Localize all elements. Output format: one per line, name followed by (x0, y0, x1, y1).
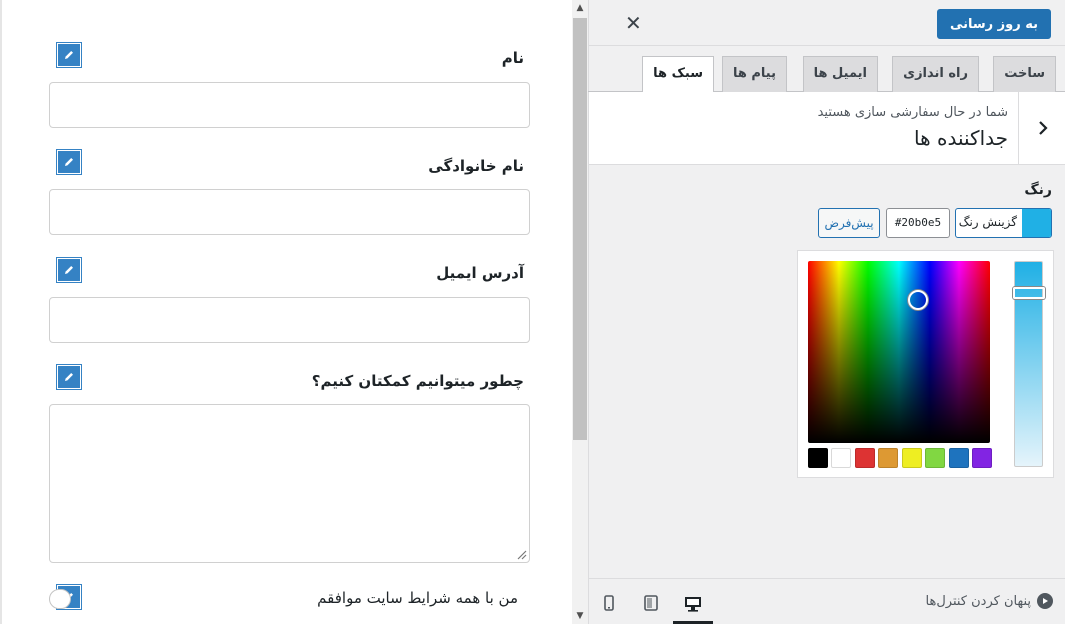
edit-field-button[interactable] (57, 43, 81, 67)
palette-swatch[interactable] (901, 448, 922, 468)
back-button[interactable] (1018, 92, 1065, 164)
section-subtitle: شما در حال سفارشی سازی هستید (817, 105, 1008, 120)
pencil-icon (65, 158, 73, 166)
play-icon (1037, 593, 1053, 609)
hide-controls-button[interactable]: پنهان کردن کنترل‌ها (926, 593, 1053, 609)
select-color-label: گزینش رنگ (958, 215, 1017, 229)
field-label-last-name: نام خانوادگی (428, 157, 524, 175)
pencil-icon (65, 266, 73, 274)
palette-swatch[interactable] (971, 448, 992, 468)
mobile-icon[interactable] (589, 587, 629, 619)
last-name-input[interactable] (49, 189, 530, 235)
customizer-panel: ✕ به روز رسانی ساخت راه اندازی ایمیل ها … (588, 0, 1065, 624)
first-name-input[interactable] (49, 82, 530, 128)
tab-build[interactable]: ساخت (993, 56, 1056, 92)
hide-controls-label: پنهان کردن کنترل‌ها (925, 593, 1031, 609)
saturation-square[interactable] (808, 261, 990, 443)
field-label-email: آدرس ایمیل (436, 264, 524, 282)
scroll-thumb[interactable] (573, 18, 587, 440)
tabs: ساخت راه اندازی ایمیل ها پیام ها سبک ها (588, 46, 1065, 93)
color-picker (797, 250, 1054, 478)
hex-color-input[interactable]: #20b0e5 (886, 208, 950, 238)
field-label-message: چطور میتوانیم کمکتان کنیم؟ (311, 372, 524, 390)
panel-header: ✕ به روز رسانی (589, 0, 1065, 46)
tab-emails[interactable]: ایمیل ها (802, 56, 878, 92)
form-preview: نام نام خانوادگی آدرس ایمیل چطور میتوانی… (0, 0, 572, 624)
resize-grip-icon[interactable] (515, 548, 527, 560)
panel-footer: پنهان کردن کنترل‌ها (589, 578, 1065, 624)
pencil-icon (65, 373, 73, 381)
tab-messages[interactable]: پیام ها (721, 56, 787, 92)
current-color-swatch (1022, 209, 1051, 237)
palette-swatch[interactable] (854, 448, 875, 468)
color-label: رنگ (1024, 182, 1052, 198)
hue-slider-handle[interactable] (1013, 287, 1045, 299)
desktop-icon[interactable] (673, 587, 713, 624)
field-label-first-name: نام (501, 49, 524, 67)
scroll-up-icon[interactable]: ▲ (572, 0, 588, 16)
chevron-right-icon (1038, 121, 1048, 135)
email-input[interactable] (49, 297, 530, 343)
update-button[interactable]: به روز رسانی (936, 9, 1051, 39)
select-color-button[interactable]: گزینش رنگ (955, 208, 1052, 238)
close-icon[interactable]: ✕ (625, 12, 642, 34)
hue-slider[interactable] (1013, 261, 1045, 467)
pencil-icon (65, 51, 73, 59)
message-textarea[interactable] (49, 404, 530, 563)
tab-setup[interactable]: راه اندازی (892, 56, 979, 92)
palette-swatch[interactable] (925, 448, 946, 468)
agree-checkbox[interactable] (49, 589, 71, 609)
tablet-icon[interactable] (631, 587, 671, 619)
section-title: جداکننده ها (914, 126, 1008, 150)
palette-swatch[interactable] (808, 448, 828, 468)
palette-swatch[interactable] (878, 448, 899, 468)
palette-swatch[interactable] (948, 448, 969, 468)
preview-scrollbar[interactable]: ▲ ▼ (572, 0, 588, 624)
palette-swatch[interactable] (831, 448, 852, 468)
default-color-button[interactable]: پیش‌فرض (818, 208, 880, 238)
edit-field-button[interactable] (57, 150, 81, 174)
edit-field-button[interactable] (57, 365, 81, 389)
scroll-down-icon[interactable]: ▼ (572, 608, 588, 624)
color-picker-handle[interactable] (908, 290, 928, 310)
edit-field-button[interactable] (57, 258, 81, 282)
agree-label: من با همه شرایط سایت موافقم (317, 589, 518, 607)
tab-styles[interactable]: سبک ها (642, 56, 714, 93)
color-palette (808, 448, 992, 468)
section-header: شما در حال سفارشی سازی هستید جداکننده ها (589, 92, 1065, 165)
